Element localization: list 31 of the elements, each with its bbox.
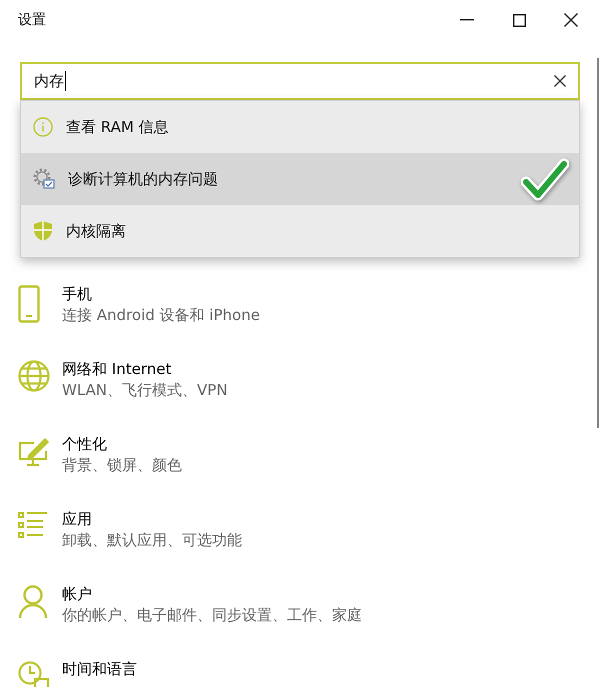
category-description: 卸载、默认应用、可选功能: [62, 530, 242, 551]
search-text: 内存: [34, 71, 66, 91]
person-icon: [18, 585, 48, 619]
category-title[interactable]: 个性化: [62, 434, 182, 454]
category-description: WLAN、飞行模式、VPN: [62, 380, 228, 401]
category-title[interactable]: 帐户: [62, 584, 362, 604]
close-icon: [564, 13, 578, 27]
search-suggestion[interactable]: 诊断计算机的内存问题: [21, 153, 579, 205]
gear-icon: [33, 168, 55, 190]
phone-icon: [18, 285, 40, 323]
info-icon: [33, 117, 53, 137]
category-title[interactable]: 应用: [62, 509, 242, 529]
search-field[interactable]: 内存: [20, 62, 580, 100]
maximize-icon: [512, 14, 526, 26]
category-description: 连接 Android 设备和 iPhone: [62, 305, 260, 326]
category-description: 背景、锁屏、颜色: [62, 455, 182, 476]
list-icon: [18, 510, 48, 540]
window-title: 设置: [18, 11, 46, 29]
scrollbar-thumb[interactable]: [597, 58, 599, 428]
search-suggestion[interactable]: 内核隔离: [21, 205, 579, 257]
category-title[interactable]: 网络和 Internet: [62, 359, 228, 379]
globe-icon: [18, 360, 50, 392]
clock-icon: [18, 660, 50, 687]
shield-icon: [33, 220, 53, 242]
clear-icon: [554, 75, 566, 87]
category-description: 你的帐户、电子邮件、同步设置、工作、家庭: [62, 605, 362, 626]
monitor-pen-icon: [18, 435, 50, 467]
category-title[interactable]: 时间和语言: [62, 659, 137, 679]
category-title[interactable]: 手机: [62, 284, 260, 304]
minimize-icon: [460, 19, 474, 21]
search-suggestion[interactable]: 查看 RAM 信息: [21, 101, 579, 153]
